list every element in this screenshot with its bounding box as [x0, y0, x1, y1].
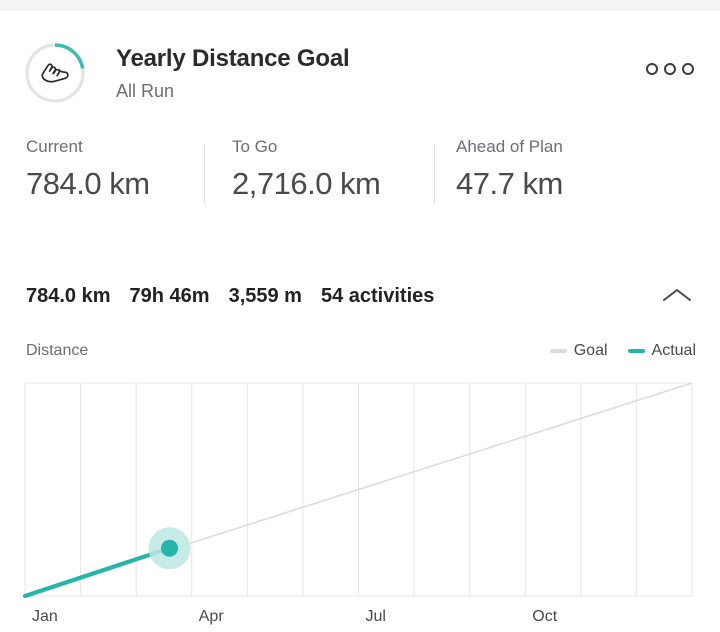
stat-ahead-of-plan: Ahead of Plan 47.7 km	[434, 136, 684, 231]
kebab-menu-icon[interactable]	[646, 59, 694, 79]
chart-svg: Jan Apr Jul Oct	[22, 382, 693, 625]
chevron-up-icon[interactable]	[660, 285, 694, 307]
card-header-text: Yearly Distance Goal All Run	[116, 45, 350, 102]
summary-metrics: 784.0 km 79h 46m 3,559 m 54 activities	[26, 283, 434, 309]
shoe-icon	[39, 58, 71, 88]
card-subtitle: All Run	[116, 81, 175, 101]
chart-legend: Goal Actual	[549, 341, 696, 361]
card-header: Yearly Distance Goal All Run	[0, 23, 720, 113]
stats-row: Current 784.0 km To Go 2,716.0 km Ahead …	[0, 136, 720, 231]
legend-label-goal: Goal	[573, 342, 608, 359]
kebab-dot-3	[682, 63, 694, 75]
x-tick-label: Jan	[32, 608, 58, 625]
legend-item-goal[interactable]: Goal	[549, 341, 608, 361]
chart-series-actual	[22, 546, 172, 599]
stat-label: Current	[26, 137, 83, 156]
legend-swatch-goal-icon	[549, 349, 567, 353]
summary-metric-distance: 784.0 km	[26, 285, 111, 307]
chart-header: Distance Goal Actual	[0, 340, 720, 366]
stat-label: To Go	[232, 137, 278, 156]
yearly-goal-card: Yearly Distance Goal All Run Current 784…	[0, 11, 720, 628]
page-title: Yearly Distance Goal	[116, 45, 350, 72]
legend-item-actual[interactable]: Actual	[627, 341, 696, 361]
goal-card-screen: Yearly Distance Goal All Run Current 784…	[0, 0, 720, 628]
stat-divider	[204, 144, 205, 204]
stat-value: 2,716.0 km	[232, 166, 381, 201]
x-tick-label: Apr	[199, 608, 225, 625]
stat-value: 47.7 km	[456, 166, 563, 201]
stat-to-go: To Go 2,716.0 km	[204, 136, 434, 231]
chart-x-tick-labels: Jan Apr Jul Oct	[32, 608, 558, 625]
legend-label-actual: Actual	[651, 342, 696, 359]
summary-metric-elevation: 3,559 m	[228, 285, 302, 307]
summary-metric-activities: 54 activities	[320, 285, 435, 307]
stat-current: Current 784.0 km	[0, 136, 204, 231]
x-tick-label: Jul	[366, 608, 386, 625]
stat-value: 784.0 km	[26, 166, 150, 201]
distance-goal-chart[interactable]: Jan Apr Jul Oct	[0, 377, 720, 632]
status-strip	[0, 0, 720, 11]
goal-progress-ring	[24, 42, 86, 104]
x-tick-label: Oct	[532, 608, 557, 625]
legend-swatch-actual-icon	[627, 349, 645, 353]
stat-divider	[434, 144, 435, 204]
kebab-dot-2	[664, 63, 676, 75]
kebab-dot-1	[646, 63, 658, 75]
chart-marker-point	[148, 527, 191, 570]
chart-y-axis-title: Distance	[26, 342, 89, 359]
summary-metric-duration: 79h 46m	[129, 285, 210, 307]
stat-label: Ahead of Plan	[456, 137, 563, 156]
summary-row: 784.0 km 79h 46m 3,559 m 54 activities	[0, 283, 720, 315]
